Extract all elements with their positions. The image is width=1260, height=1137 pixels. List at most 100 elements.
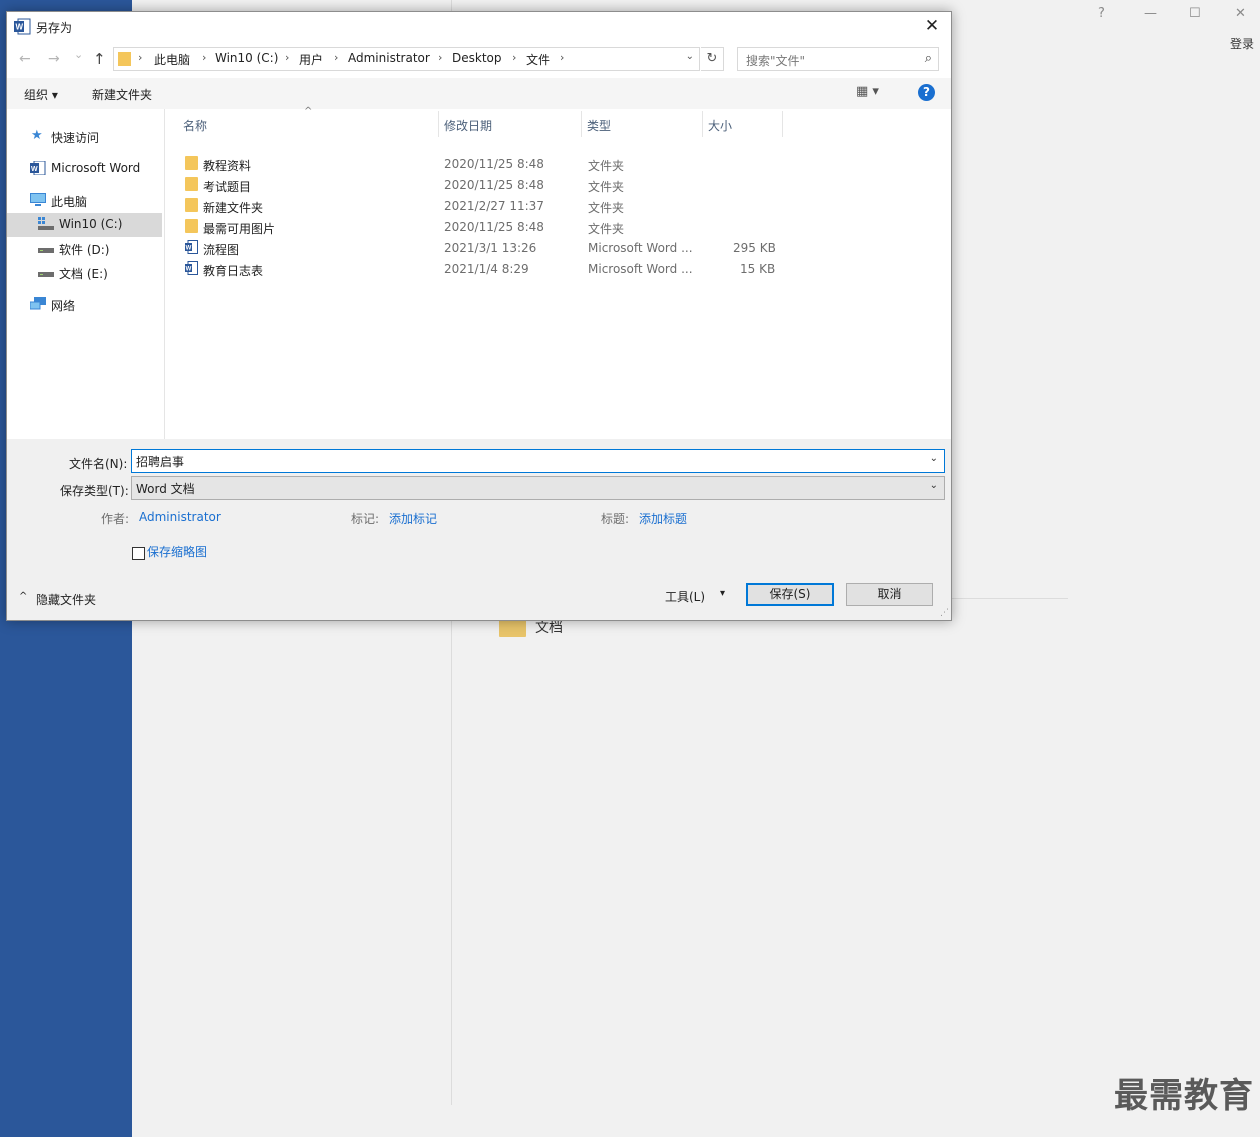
dialog-close-button[interactable]: ✕ — [921, 16, 943, 36]
nav-item-network[interactable]: 网络 — [7, 293, 162, 317]
nav-item-drive-e[interactable]: 文档 (E:) — [7, 261, 162, 285]
svg-text:W: W — [16, 23, 24, 32]
file-name: 考试题目 — [203, 180, 252, 194]
resize-grip-icon[interactable]: ⋰ — [940, 608, 949, 618]
file-row[interactable]: 考试题目 2020/11/25 8:48 文件夹 — [183, 175, 783, 196]
breadcrumb-users[interactable]: 用户 — [299, 51, 323, 68]
word-doc-icon: W — [185, 261, 198, 275]
nav-item-label: 此电脑 — [51, 195, 88, 209]
breadcrumb-sep: › — [334, 51, 339, 64]
nav-item-this-pc[interactable]: 此电脑 — [7, 189, 162, 213]
drive-c-icon — [38, 217, 54, 230]
chevron-down-icon[interactable]: ⌄ — [930, 480, 938, 491]
add-tags-link[interactable]: 添加标记 — [389, 510, 437, 527]
folder-icon — [185, 198, 198, 212]
file-row[interactable]: 新建文件夹 2021/2/27 11:37 文件夹 — [183, 196, 783, 217]
search-input[interactable]: 搜索"文件" ⌕ — [737, 47, 939, 71]
breadcrumb-folder[interactable]: 文件 — [526, 51, 550, 68]
file-type: Microsoft Word ... — [588, 241, 693, 255]
chevron-down-icon[interactable]: ⌄ — [930, 453, 938, 464]
forward-button[interactable]: → — [48, 51, 60, 67]
author-value[interactable]: Administrator — [139, 510, 221, 524]
file-row[interactable]: W 教育日志表 2021/1/4 8:29 Microsoft Word ...… — [183, 259, 783, 280]
tags-label: 标记: — [351, 512, 380, 526]
file-name: 教育日志表 — [203, 264, 264, 278]
chevron-down-icon[interactable]: ⌄ — [686, 51, 694, 62]
column-header-type[interactable]: 类型 — [587, 117, 611, 134]
file-name: 教程资料 — [203, 159, 252, 173]
navigation-bar: ← → ⌄ ↑ › 此电脑 › Win10 (C:) › 用户 › Admini… — [7, 42, 951, 78]
svg-text:W: W — [31, 166, 38, 173]
breadcrumb-this-pc[interactable]: 此电脑 — [154, 51, 190, 68]
sort-indicator-icon: ^ — [304, 106, 313, 117]
nav-item-quick-access[interactable]: ★ 快速访问 — [7, 125, 162, 149]
help-icon[interactable]: ? — [918, 84, 935, 101]
file-date: 2021/2/27 11:37 — [444, 199, 544, 213]
column-separator[interactable] — [438, 111, 439, 137]
breadcrumb-drive-c[interactable]: Win10 (C:) — [215, 51, 278, 65]
cancel-button[interactable]: 取消 — [846, 583, 933, 606]
watermark: 最需教育 — [1114, 1076, 1254, 1116]
nav-item-drive-d[interactable]: 软件 (D:) — [7, 237, 162, 261]
view-options-icon[interactable]: ▦ ▾ — [856, 84, 879, 99]
column-separator[interactable] — [782, 111, 783, 137]
refresh-button[interactable]: ↻ — [701, 47, 724, 71]
tools-dropdown-icon[interactable]: ▾ — [720, 588, 725, 599]
file-type: 文件夹 — [588, 159, 625, 173]
computer-icon — [30, 193, 46, 206]
organize-button[interactable]: 组织 ▾ — [24, 86, 58, 103]
new-folder-button[interactable]: 新建文件夹 — [92, 86, 152, 103]
network-icon — [30, 297, 46, 310]
nav-item-label: Win10 (C:) — [59, 217, 123, 231]
save-thumbnail-label[interactable]: 保存缩略图 — [147, 543, 207, 560]
file-name: 新建文件夹 — [203, 201, 264, 215]
app-help-button[interactable]: ? — [1098, 6, 1105, 21]
breadcrumb-sep: › — [138, 51, 143, 64]
column-separator[interactable] — [581, 111, 582, 137]
save-button[interactable]: 保存(S) — [746, 583, 834, 606]
save-thumbnail-checkbox[interactable] — [132, 547, 145, 560]
nav-item-drive-c[interactable]: Win10 (C:) — [7, 213, 162, 237]
file-row[interactable]: 最需可用图片 2020/11/25 8:48 文件夹 — [183, 217, 783, 238]
recent-locations-button[interactable]: ⌄ — [74, 48, 83, 61]
address-bar[interactable]: › 此电脑 › Win10 (C:) › 用户 › Administrator … — [113, 47, 700, 71]
hide-folders-button[interactable]: 隐藏文件夹 — [36, 591, 96, 608]
column-separator[interactable] — [702, 111, 703, 137]
author-label: 作者: — [101, 512, 130, 526]
folder-icon — [118, 52, 131, 66]
save-type-value: Word 文档 — [136, 482, 195, 496]
tools-button[interactable]: 工具(L) — [665, 588, 705, 605]
breadcrumb-administrator[interactable]: Administrator — [348, 51, 430, 65]
filename-input[interactable]: 招聘启事 ⌄ — [131, 449, 945, 473]
file-row[interactable]: 教程资料 2020/11/25 8:48 文件夹 — [183, 154, 783, 175]
back-button[interactable]: ← — [19, 51, 31, 67]
app-maximize-button[interactable]: ☐ — [1189, 6, 1201, 21]
file-type: 文件夹 — [588, 201, 625, 215]
app-minimize-button[interactable]: — — [1144, 6, 1157, 21]
file-name: 流程图 — [203, 243, 240, 257]
breadcrumb-sep: › — [285, 51, 290, 64]
app-close-button[interactable]: ✕ — [1235, 6, 1246, 21]
column-header-size[interactable]: 大小 — [708, 117, 732, 134]
navigation-pane: ★ 快速访问 W Microsoft Word 此电脑 Win10 (C:) 软… — [7, 109, 165, 439]
column-header-name[interactable]: 名称 — [183, 117, 207, 134]
file-date: 2020/11/25 8:48 — [444, 220, 544, 234]
chevron-up-icon[interactable]: ^ — [19, 591, 27, 602]
word-doc-icon: W — [185, 240, 198, 254]
column-header-date[interactable]: 修改日期 — [444, 117, 492, 134]
drive-icon — [38, 272, 54, 277]
breadcrumb-sep: › — [438, 51, 443, 64]
add-title-link[interactable]: 添加标题 — [639, 510, 687, 527]
nav-item-microsoft-word[interactable]: W Microsoft Word — [7, 157, 162, 181]
save-type-select[interactable]: Word 文档 ⌄ — [131, 476, 945, 500]
file-row[interactable]: W 流程图 2021/3/1 13:26 Microsoft Word ... … — [183, 238, 783, 259]
up-button[interactable]: ↑ — [93, 50, 106, 68]
file-type: 文件夹 — [588, 180, 625, 194]
word-icon: W — [30, 161, 46, 175]
breadcrumb-desktop[interactable]: Desktop — [452, 51, 502, 65]
nav-item-label: Microsoft Word — [51, 161, 141, 175]
sign-in-link[interactable]: 登录 — [1230, 35, 1254, 52]
nav-item-label: 文档 (E:) — [59, 267, 108, 281]
file-name: 最需可用图片 — [203, 222, 276, 236]
word-icon: W — [14, 18, 31, 35]
